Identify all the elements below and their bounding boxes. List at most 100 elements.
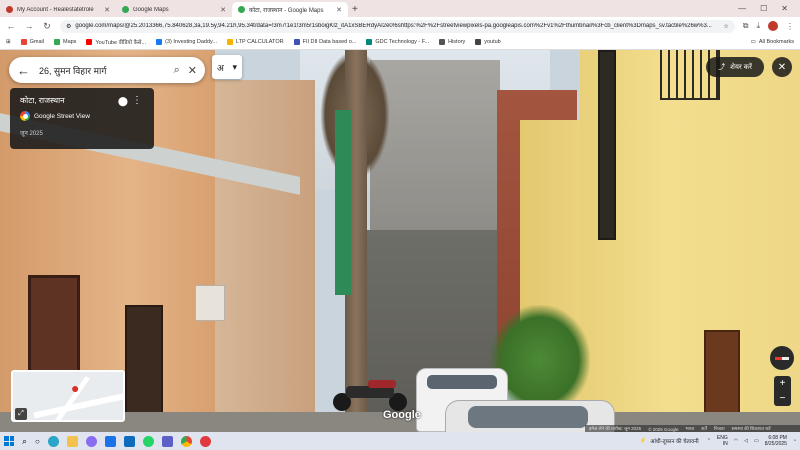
bookmark-youtub[interactable]: youtub (475, 39, 501, 45)
close-tab-icon[interactable]: ✕ (104, 6, 110, 14)
maximize-icon[interactable]: ☐ (760, 4, 767, 13)
address-bar[interactable]: ⚙ google.com/maps/@25.2013366,75.840628,… (60, 19, 735, 33)
extensions-icon[interactable]: ⧉ (743, 21, 749, 31)
footer-copyright: © 2025 Google (648, 426, 679, 432)
close-tab-icon[interactable]: ✕ (336, 6, 342, 14)
motorcycle (333, 380, 407, 411)
outlook-icon[interactable] (123, 435, 135, 447)
weather-widget[interactable]: ⚡ आंधी-तूफ़ान की चेतावनी (639, 437, 698, 445)
profile-avatar[interactable] (768, 21, 778, 31)
storm-icon: ⚡ (639, 438, 647, 444)
bookmark-maps[interactable]: Maps (53, 39, 76, 45)
clock[interactable]: 6:08 PM 8/25/2025 (765, 435, 787, 447)
close-street-view-button[interactable]: ✕ (772, 57, 792, 77)
tab-google-maps[interactable]: Google Maps ✕ (116, 2, 232, 17)
close-window-icon[interactable]: ✕ (781, 4, 788, 13)
street-view-badge: Google Street View (20, 111, 144, 121)
weather-text: आंधी-तूफ़ान की चेतावनी (650, 439, 699, 445)
tab-kota-maps[interactable]: कोटा, राजस्थान - Google Maps ✕ (232, 2, 348, 17)
back-arrow-icon[interactable]: ← (17, 63, 31, 78)
bookmark-ltp-calculator[interactable]: LTP CALCULATOR (226, 39, 284, 45)
share-button[interactable]: ⤴ शेयर करें (706, 57, 764, 77)
browser-toolbar: ← → ↻ ⚙ google.com/maps/@25.2013366,75.8… (0, 17, 800, 35)
bookmark-investing-daddy[interactable]: (3) Investing Daddy... (156, 39, 217, 45)
location-pin-icon[interactable]: ⬤ (118, 96, 128, 107)
bookmark-gmail[interactable]: Gmail (20, 39, 44, 45)
app-icon[interactable] (199, 435, 211, 447)
region-code: IN (722, 441, 728, 447)
site-info-icon[interactable]: ⚙ (66, 23, 71, 30)
menu-icon[interactable]: ⋮ (786, 22, 794, 31)
bookmark-label: All Bookmarks (758, 39, 794, 45)
task-view-icon[interactable]: ○ (35, 437, 40, 446)
car-windshield (427, 375, 497, 389)
search-icon[interactable]: ⌕ (174, 64, 180, 77)
wifi-icon[interactable]: ◠ (734, 438, 738, 444)
bookmarks-bar: ⊞ Gmail Maps YouTube वीडियो कैसे... (3) … (0, 35, 800, 50)
notification-bell-icon[interactable]: ◔ (793, 438, 796, 444)
clock-date: 8/25/2025 (764, 441, 787, 447)
whatsapp-icon[interactable] (142, 435, 154, 447)
chevron-down-icon: ▾ (232, 61, 237, 72)
battery-icon[interactable]: ▭ (754, 438, 759, 444)
maps-icon (53, 39, 60, 45)
tab-title: कोटा, राजस्थान - Google Maps (249, 7, 324, 14)
share-icon: ⤴ (718, 64, 726, 71)
bookmark-label: YouTube वीडियो कैसे... (95, 40, 147, 46)
zoom-out-button[interactable]: − (780, 393, 786, 404)
screen: My Account - Realestatetrole ✕ Google Ma… (0, 0, 800, 450)
compass-button[interactable] (770, 346, 794, 370)
all-bookmarks-button[interactable]: ▭ All Bookmarks (751, 39, 794, 45)
google-watermark: Google (383, 409, 421, 421)
map-pin-icon: ● (71, 380, 80, 396)
tab-title: My Account - Realestatetrole (17, 6, 94, 13)
apps-grid-icon[interactable]: ⊞ (6, 39, 11, 45)
compass-needle-icon (775, 356, 789, 360)
volume-icon[interactable]: ◁ (744, 438, 748, 444)
globe-icon (475, 39, 482, 45)
language-button[interactable]: अ ▾ (212, 55, 242, 79)
capture-date[interactable]: जून 2025 (20, 129, 144, 137)
bookmark-label: youtub (484, 39, 501, 45)
tab-my-account[interactable]: My Account - Realestatetrole ✕ (0, 2, 116, 17)
close-tab-icon[interactable]: ✕ (220, 6, 226, 14)
store-icon[interactable] (104, 435, 116, 447)
close-icon[interactable]: ✕ (188, 64, 197, 77)
minimize-icon[interactable]: — (738, 4, 746, 13)
copilot-icon[interactable] (85, 435, 97, 447)
more-options-icon[interactable]: ⋮ (132, 95, 142, 106)
input-language[interactable]: ENG IN (717, 435, 728, 447)
file-explorer-icon[interactable] (66, 435, 78, 447)
download-icon[interactable]: ⤓ (756, 21, 760, 31)
maps-favicon-icon (122, 6, 129, 13)
bookmark-youtube[interactable]: YouTube वीडियो कैसे... (86, 38, 146, 46)
reload-icon[interactable]: ↻ (42, 21, 52, 32)
bookmark-label: (3) Investing Daddy... (165, 39, 217, 45)
back-icon[interactable]: ← (6, 21, 16, 31)
bookmark-fii-dii[interactable]: FII DII Data based o... (293, 39, 357, 45)
edge-icon[interactable] (47, 435, 59, 447)
chrome-icon[interactable] (180, 435, 192, 447)
chevron-up-icon[interactable]: ⌃ (707, 438, 711, 444)
new-tab-button[interactable]: + (352, 4, 358, 15)
expand-map-icon[interactable]: ⤢ (15, 408, 27, 420)
search-input[interactable]: 26, सुमन विहार मार्ग (39, 64, 166, 77)
street-view-label: Google Street View (34, 112, 90, 120)
bookmark-gdc[interactable]: GDC Technology - F... (366, 39, 429, 45)
bookmark-star-icon[interactable]: ☆ (723, 23, 728, 30)
teams-icon[interactable] (161, 435, 173, 447)
search-icon[interactable]: ⌕ (22, 436, 27, 447)
ltp-icon (226, 39, 233, 45)
language-label: अ (217, 62, 224, 73)
tab-title: Google Maps (133, 6, 169, 13)
search-box[interactable]: ← 26, सुमन विहार मार्ग ⌕ ✕ (9, 57, 205, 83)
fii-icon (293, 39, 300, 45)
zoom-in-button[interactable]: + (780, 378, 786, 389)
bookmark-history[interactable]: History (439, 39, 465, 45)
browser-tab-strip: My Account - Realestatetrole ✕ Google Ma… (0, 0, 800, 17)
mini-map[interactable]: ● ⤢ (11, 370, 125, 422)
forward-icon[interactable]: → (24, 21, 34, 31)
windows-start-icon[interactable] (4, 436, 14, 446)
bookmark-label: FII DII Data based o... (302, 39, 357, 45)
toolbar-right: ⧉ ⤓ ⋮ (743, 21, 794, 31)
